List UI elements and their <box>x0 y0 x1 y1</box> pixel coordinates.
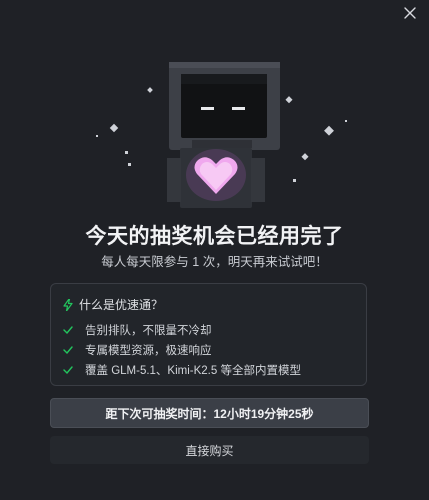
buy-now-button[interactable]: 直接购买 <box>50 436 369 464</box>
checkmark-icon <box>63 346 75 354</box>
checkmark-icon <box>63 326 75 334</box>
perks-card: 什么是优速通？ 告别排队，不限量不冷却 专属模型资源，极速响应 覆盖 GLM-5… <box>50 283 367 386</box>
dialog-title: 今天的抽奖机会已经用完了 <box>85 225 344 248</box>
checkmark-icon <box>63 366 75 374</box>
countdown-button[interactable]: 距下次可抽奖时间：12小时19分钟25秒 <box>50 398 369 428</box>
perks-heading-row: 什么是优速通？ <box>63 296 163 313</box>
perk-item-label: 告别排队，不限量不冷却 <box>85 325 212 337</box>
close-icon[interactable] <box>403 6 419 22</box>
lightning-icon <box>63 298 73 311</box>
dialog-subtitle: 每人每天限参与 1 次，明天再来试试吧！ <box>101 255 328 269</box>
perk-item-label: 专属模型资源，极速响应 <box>85 345 212 357</box>
perk-item-label: 覆盖 GLM-5.1、Kimi-K2.5 等全部内置模型 <box>85 365 301 377</box>
perk-item: 专属模型资源，极速响应 <box>63 342 212 358</box>
perks-heading: 什么是优速通？ <box>79 298 164 312</box>
perk-item: 覆盖 GLM-5.1、Kimi-K2.5 等全部内置模型 <box>63 362 301 378</box>
perk-item: 告别排队，不限量不冷却 <box>63 322 212 338</box>
robot-mascot-illustration <box>0 40 429 210</box>
